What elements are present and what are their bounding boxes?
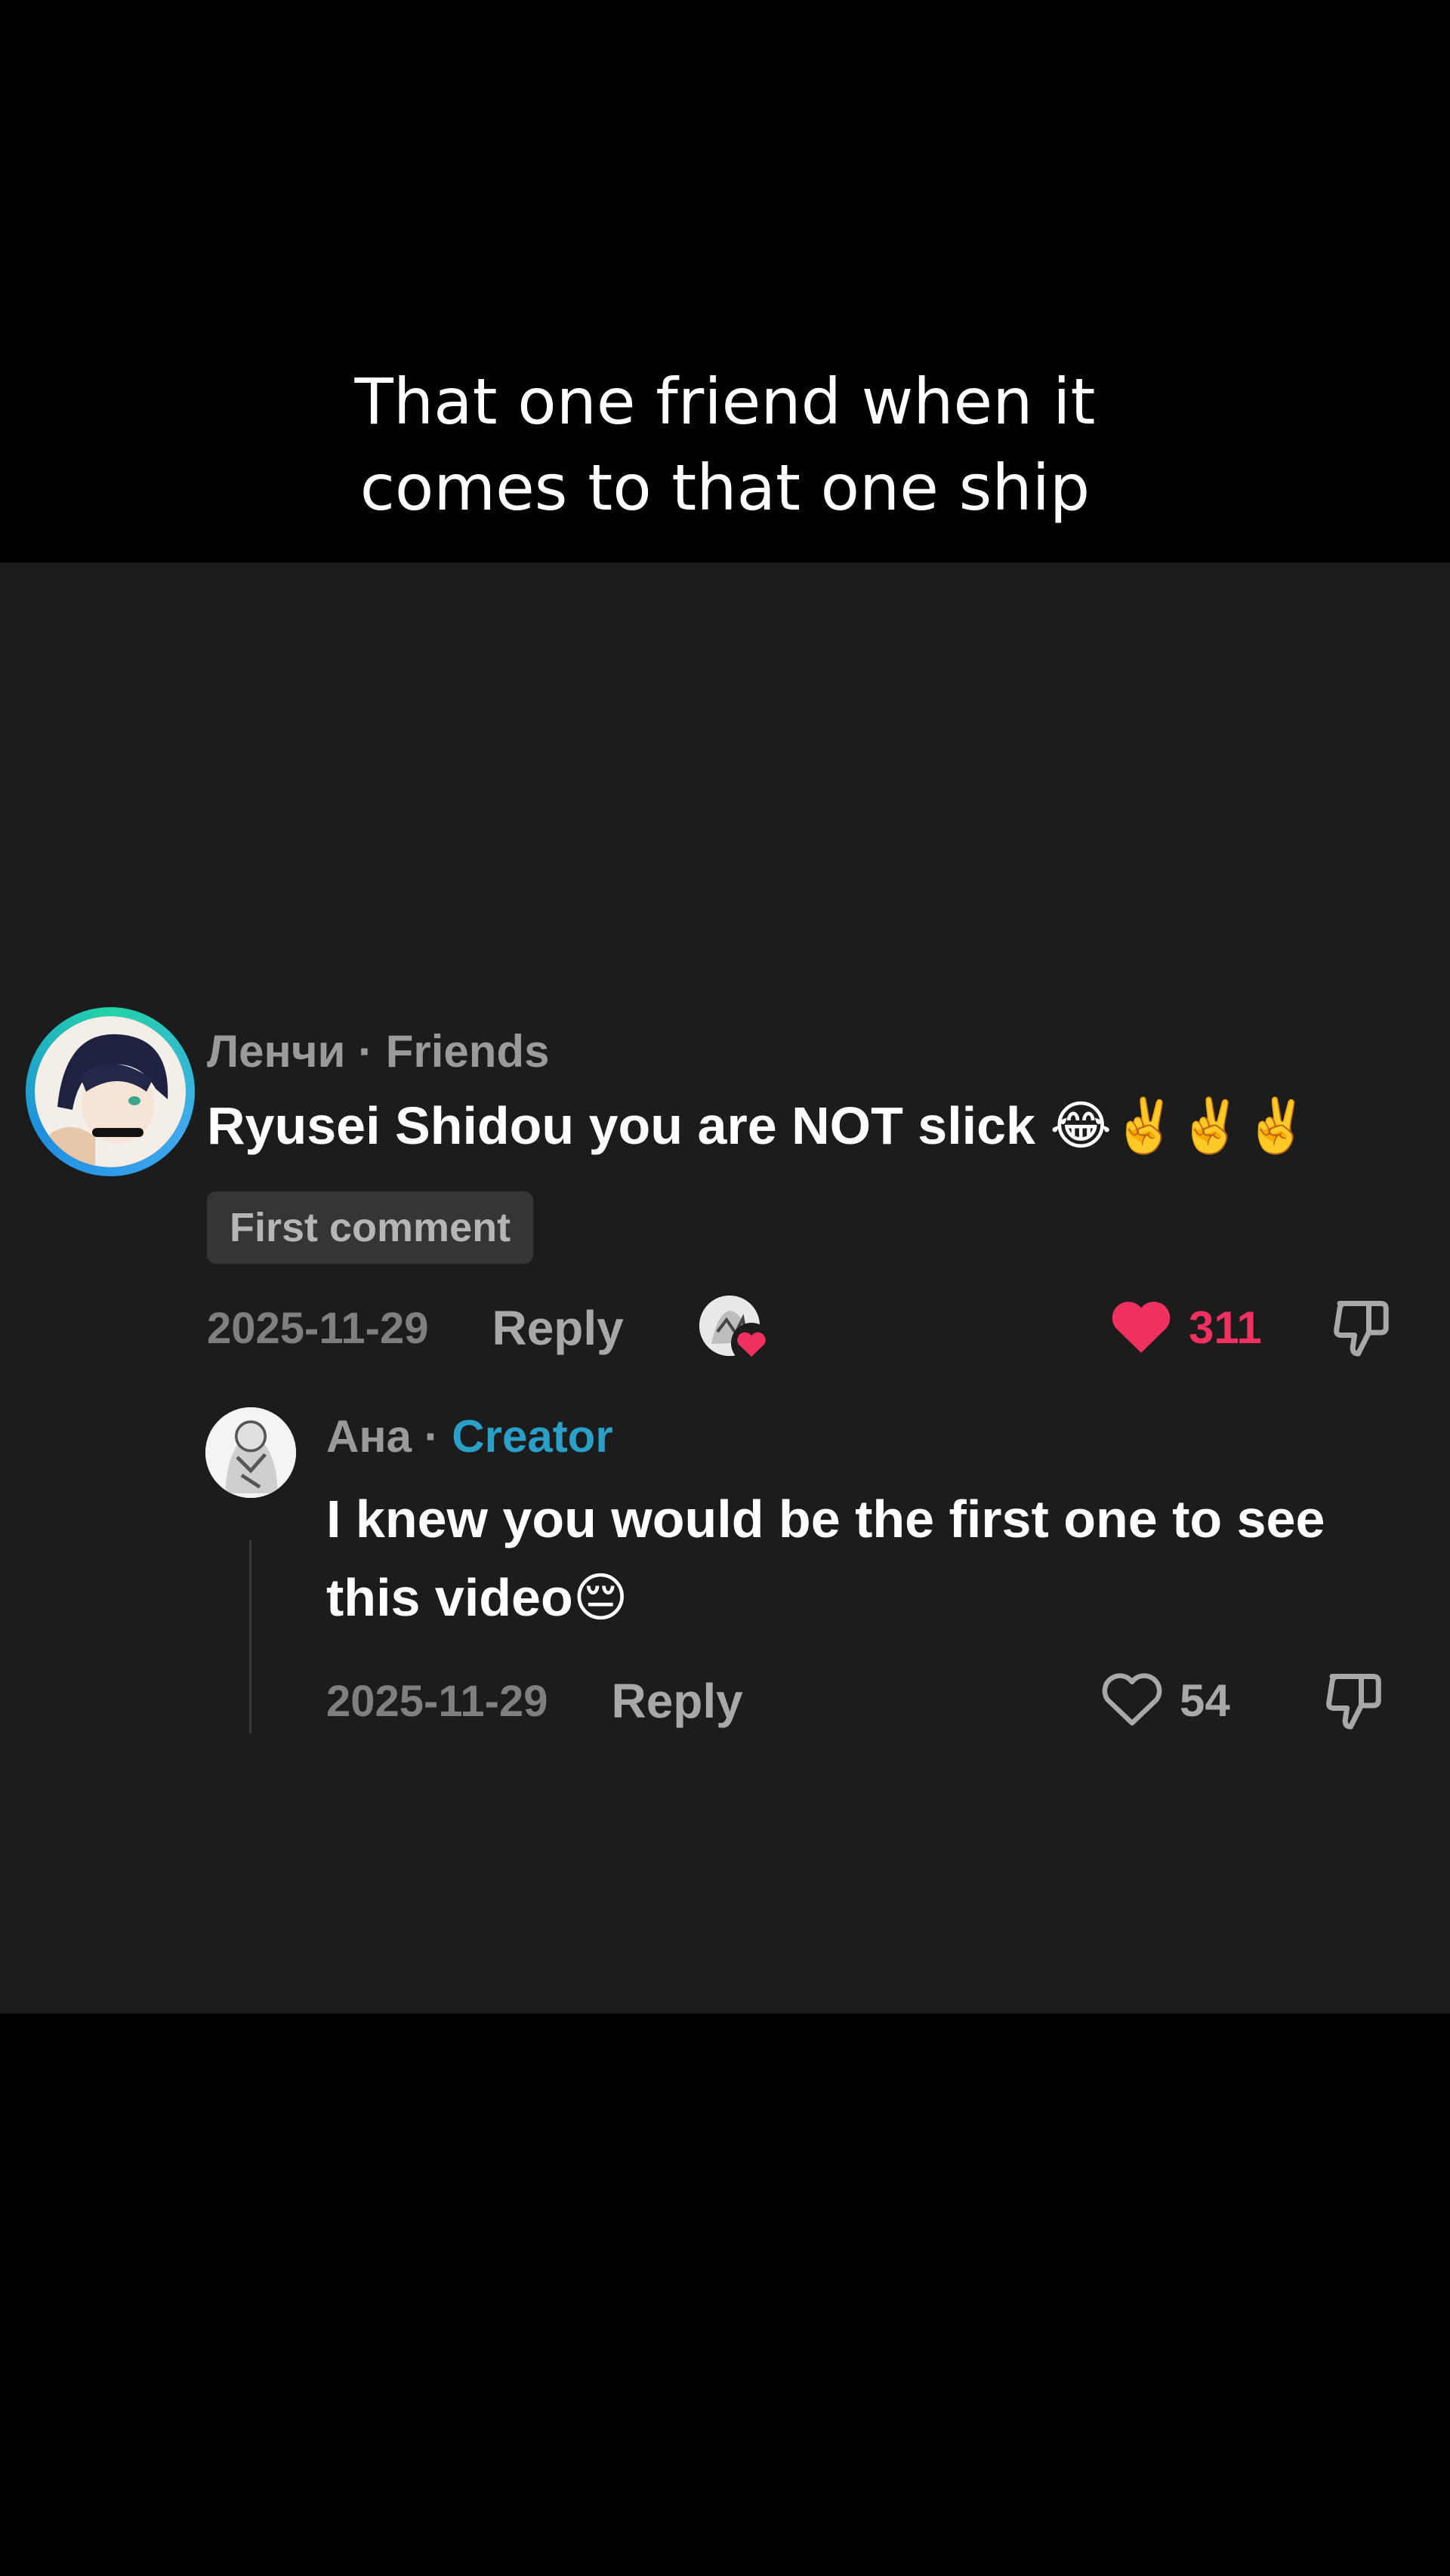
comment-panel xyxy=(0,562,1450,2014)
reply-date: 2025-11-29 xyxy=(326,1676,548,1726)
comment-text: Ryusei Shidou you are NOT slick 😂✌️✌️✌️ xyxy=(207,1096,1310,1155)
replier-avatar[interactable] xyxy=(205,1407,296,1498)
reply-button[interactable]: Reply xyxy=(611,1673,742,1729)
avatar-image xyxy=(35,1016,186,1167)
reply-like-count: 54 xyxy=(1180,1675,1230,1726)
comment-relation: Friends xyxy=(385,1026,550,1077)
comment-meta: Ленчи · Friends xyxy=(207,1025,549,1077)
creator-label: Creator xyxy=(452,1411,613,1462)
comment-like-count: 311 xyxy=(1189,1302,1262,1353)
meta-separator: · xyxy=(345,1026,386,1077)
creator-liked-heart-icon xyxy=(731,1323,772,1363)
reply-username[interactable]: Ана xyxy=(326,1411,412,1462)
comment-date: 2025-11-29 xyxy=(207,1303,429,1353)
reply-actions: 2025-11-29 Reply xyxy=(326,1673,743,1729)
heart-outline-icon[interactable] xyxy=(1100,1669,1165,1729)
meta-separator: · xyxy=(411,1411,452,1462)
comment-username[interactable]: Ленчи xyxy=(207,1026,345,1077)
video-caption-area: That one friend when it comes to that on… xyxy=(0,0,1450,562)
bottom-black-area xyxy=(0,2014,1450,2576)
reply-thread-line xyxy=(249,1540,251,1733)
heart-filled-icon[interactable] xyxy=(1109,1296,1174,1356)
video-caption: That one friend when it comes to that on… xyxy=(354,365,1096,525)
reply-text: I knew you would be the first one to see… xyxy=(326,1490,1325,1627)
thumbs-down-icon[interactable] xyxy=(1329,1296,1393,1359)
comment-actions: 2025-11-29 Reply xyxy=(207,1300,624,1356)
reply-button[interactable]: Reply xyxy=(492,1300,623,1356)
thumbs-down-icon[interactable] xyxy=(1322,1669,1385,1732)
first-comment-badge: First comment xyxy=(207,1191,534,1264)
reply-meta: Ана · Creator xyxy=(326,1410,613,1462)
commenter-avatar[interactable] xyxy=(26,1007,195,1176)
